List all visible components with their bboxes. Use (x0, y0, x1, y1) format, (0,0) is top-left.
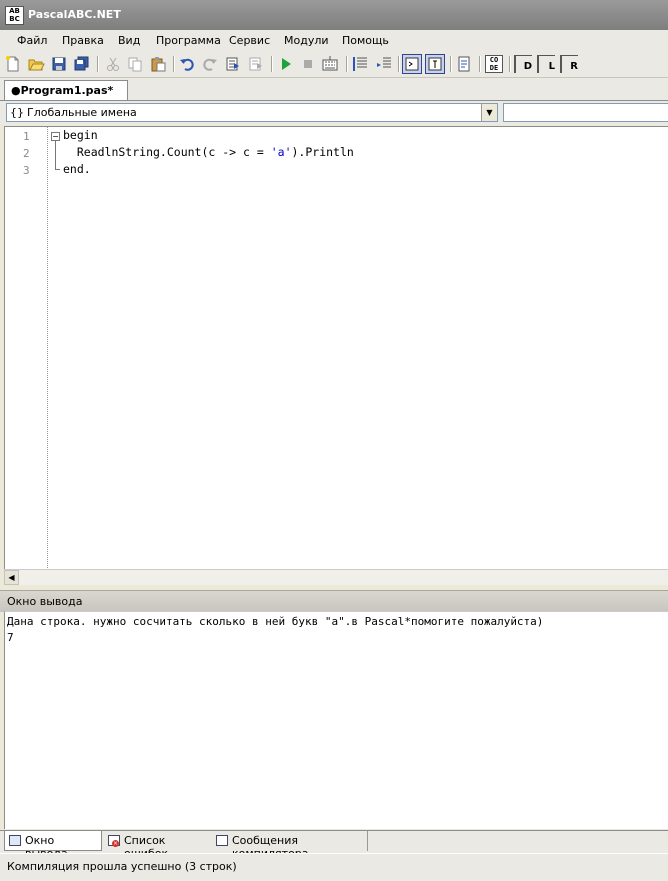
line-number: 1 (23, 130, 30, 143)
compiler-messages-icon (216, 835, 228, 846)
uncomment-icon[interactable] (375, 55, 393, 73)
string-literal: 'a' (270, 145, 292, 159)
fold-guide-end (55, 169, 60, 170)
namespace-icon: {} (10, 106, 24, 119)
output-line: Дана строка. нужно сосчитать сколько в н… (7, 615, 544, 628)
scope-value: Глобальные имена (27, 106, 137, 119)
gutter-divider (47, 127, 48, 570)
save-all-icon[interactable] (73, 55, 91, 73)
output-text-area[interactable]: Дана строка. нужно сосчитать сколько в н… (4, 611, 668, 829)
status-text: Компиляция прошла успешно (3 строк) (7, 860, 237, 873)
compile-icon[interactable] (321, 55, 339, 73)
window-title: PascalABC.NET (28, 8, 121, 21)
tab-error-list[interactable]: × Список ошибок (104, 831, 208, 860)
toolbar-separator (479, 56, 481, 72)
toolbar-separator (509, 56, 511, 72)
app-icon[interactable]: AB BC (5, 6, 24, 25)
code-line: end. (63, 162, 91, 176)
scroll-left-icon[interactable]: ◀ (4, 570, 19, 585)
copy-icon[interactable] (126, 55, 144, 73)
sort-d-icon[interactable]: D (514, 55, 532, 73)
code-icon[interactable]: CO DE (485, 55, 503, 73)
toolbar-separator (450, 56, 452, 72)
tab-program1[interactable]: ●Program1.pas* (4, 80, 128, 100)
code-line: begin (63, 128, 98, 142)
code-text: ).Println (291, 145, 354, 159)
comment-icon[interactable] (352, 55, 370, 73)
output-pane-title: Окно вывода (7, 595, 83, 608)
menu-edit[interactable]: Правка (62, 34, 104, 47)
save-icon[interactable] (50, 55, 68, 73)
redo-icon[interactable] (201, 55, 219, 73)
format-icon[interactable] (455, 55, 473, 73)
horizontal-scrollbar[interactable]: ◀ (4, 569, 668, 585)
status-bar: Компиляция прошла успешно (3 строк) (0, 853, 668, 881)
sort-r-icon[interactable]: R (560, 55, 578, 73)
line-number: 2 (23, 147, 30, 160)
code-line: ReadlnString.Count(c -> c = 'a').Println (63, 145, 354, 159)
tab-output-window[interactable]: Окно вывода (4, 831, 102, 860)
toolbar-separator (173, 56, 175, 72)
step-over-icon[interactable] (247, 55, 265, 73)
output-window-icon (9, 835, 21, 846)
chevron-down-icon[interactable]: ▼ (481, 104, 497, 121)
code-text: ReadlnString.Count(c -> c = (63, 145, 271, 159)
toolbar-separator (398, 56, 400, 72)
fold-guide (55, 141, 56, 169)
toolbar: CO DE D L R (0, 51, 668, 78)
menu-view[interactable]: Вид (118, 34, 140, 47)
toolbar-separator (271, 56, 273, 72)
code-editor[interactable]: 1 2 3 − begin ReadlnString.Count(c -> c … (4, 126, 668, 570)
undo-icon[interactable] (178, 55, 196, 73)
menu-bar: Файл Правка Вид Программа Сервис Модули … (0, 30, 668, 51)
menu-service[interactable]: Сервис (229, 34, 270, 47)
line-number: 3 (23, 164, 30, 177)
output-line: 7 (7, 631, 14, 644)
output-pane-header: Окно вывода (0, 590, 668, 612)
member-select[interactable] (503, 103, 668, 122)
scope-select[interactable]: {} Глобальные имена ▼ (6, 103, 498, 122)
menu-file[interactable]: Файл (17, 34, 47, 47)
stop-icon[interactable] (299, 55, 317, 73)
menu-help[interactable]: Помощь (342, 34, 389, 47)
paste-icon[interactable] (149, 55, 167, 73)
error-badge-icon: × (112, 840, 119, 847)
menu-program[interactable]: Программа (156, 34, 221, 47)
text-view-icon[interactable] (425, 54, 445, 74)
tab-compiler-messages[interactable]: Сообщения компилятора (212, 831, 368, 860)
step-into-icon[interactable] (224, 55, 242, 73)
console-view-icon[interactable] (402, 54, 422, 74)
fold-toggle-icon[interactable]: − (51, 132, 60, 141)
new-file-icon[interactable] (4, 55, 22, 73)
title-bar: AB BC PascalABC.NET (0, 0, 668, 30)
toolbar-separator (346, 56, 348, 72)
sort-l-icon[interactable]: L (537, 55, 555, 73)
menu-modules[interactable]: Модули (284, 34, 329, 47)
toolbar-separator (97, 56, 99, 72)
run-icon[interactable] (277, 55, 295, 73)
cut-icon[interactable] (104, 55, 122, 73)
open-file-icon[interactable] (27, 55, 45, 73)
